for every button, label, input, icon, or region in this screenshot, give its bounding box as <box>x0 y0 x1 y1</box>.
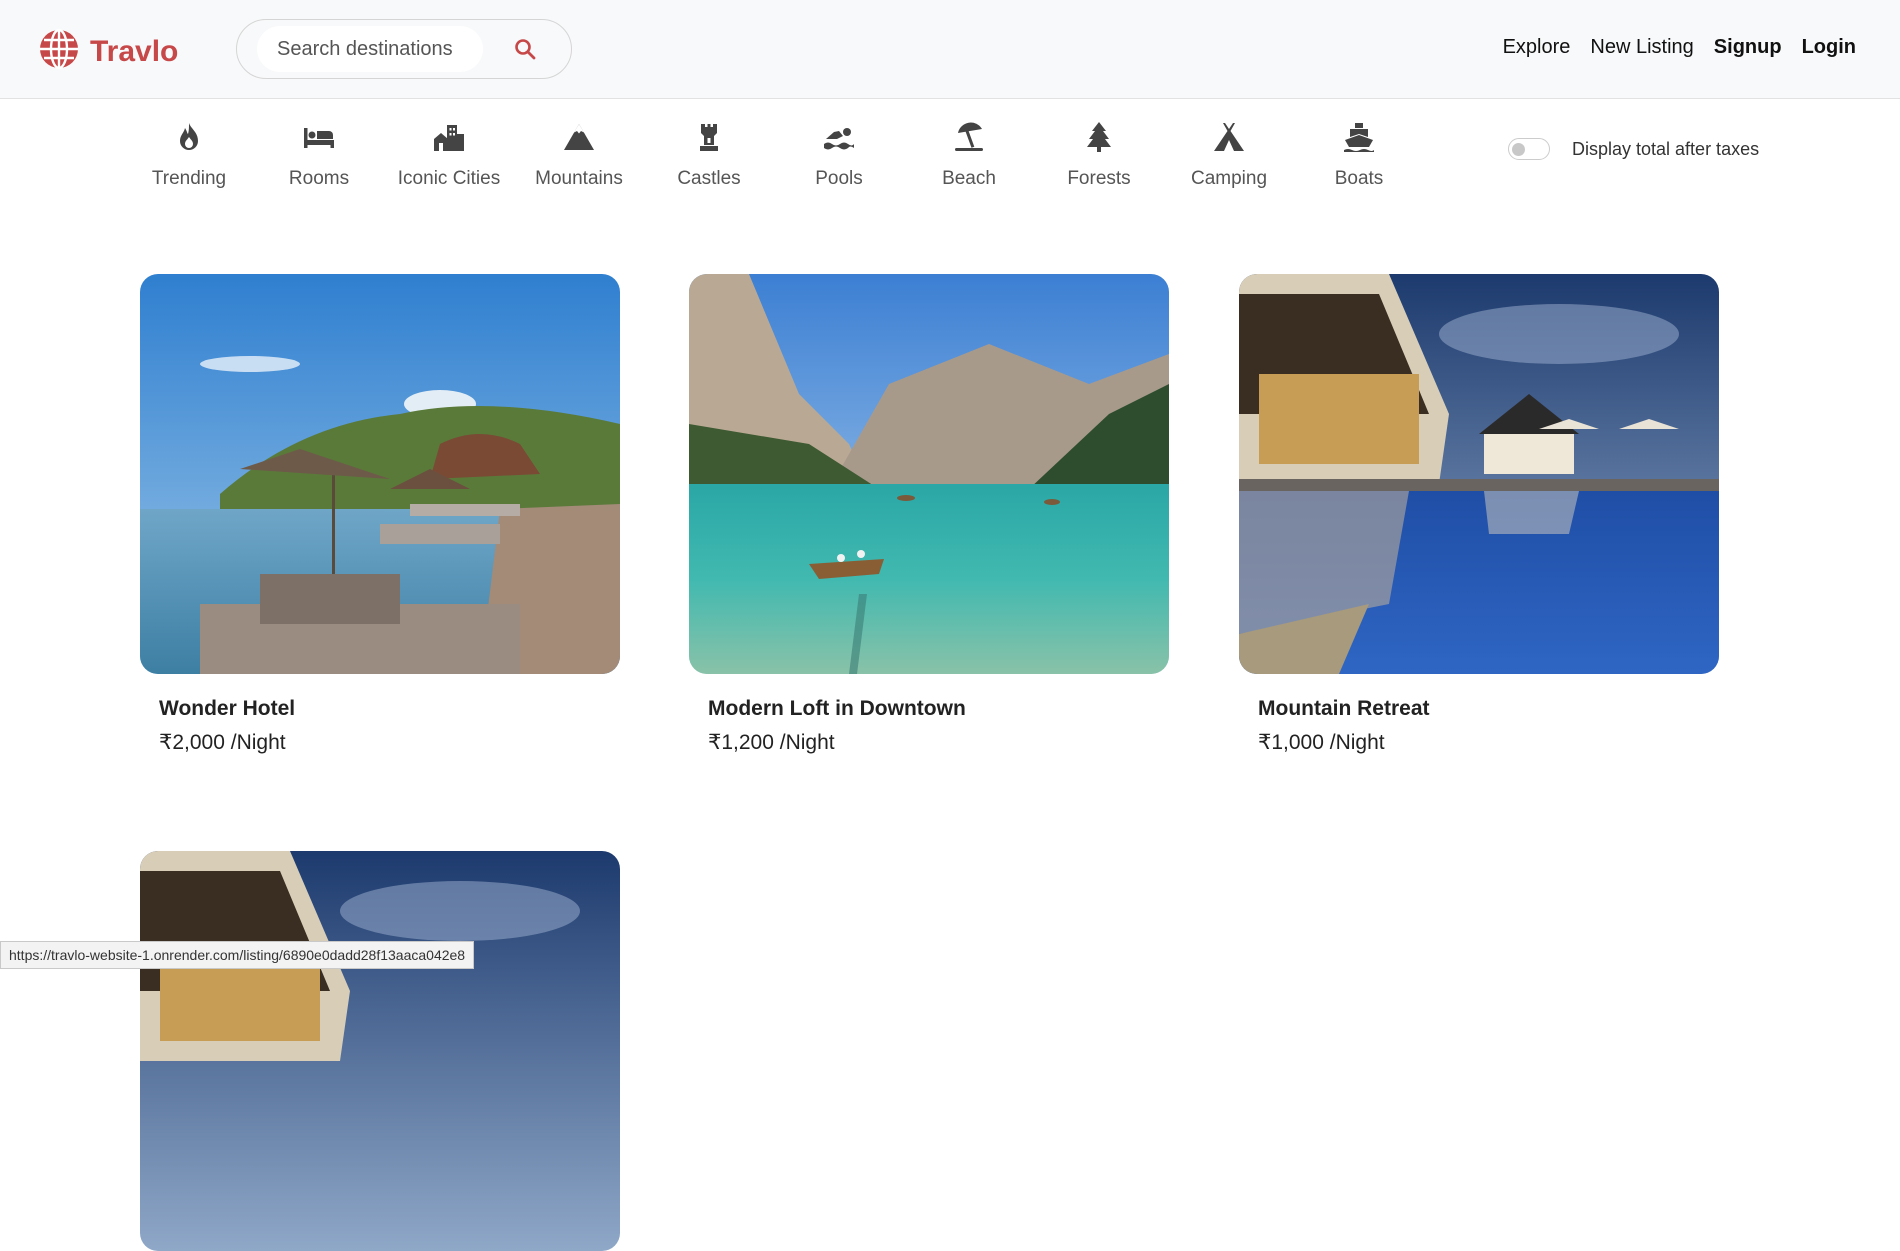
tax-toggle-label: Display total after taxes <box>1572 138 1760 159</box>
castle-icon <box>692 120 726 160</box>
tree-icon <box>1082 120 1116 160</box>
city-icon <box>432 120 466 160</box>
filter-label: Beach <box>942 168 996 189</box>
filter-rooms[interactable]: Rooms <box>254 112 384 190</box>
filter-label: Pools <box>815 168 863 189</box>
listing-image <box>140 274 620 674</box>
listing-title: Wonder Hotel <box>159 697 296 720</box>
filter-camping[interactable]: Camping <box>1164 112 1294 190</box>
filter-beach[interactable]: Beach <box>904 112 1034 190</box>
filter-label: Trending <box>151 168 227 189</box>
listing-image <box>140 851 620 1251</box>
filter-forests[interactable]: Forests <box>1034 112 1164 190</box>
filter-label: Boats <box>1334 168 1384 189</box>
swimmer-icon <box>822 120 856 160</box>
umbrella-beach-icon <box>952 120 986 160</box>
nav-links: Explore New Listing Signup Login <box>1503 36 1856 59</box>
filter-boats[interactable]: Boats <box>1294 112 1424 190</box>
filter-label: Iconic Cities <box>397 168 501 189</box>
ship-icon <box>1342 120 1376 160</box>
brand-link[interactable]: Travlo <box>38 28 178 75</box>
listing-price: ₹2,000 /Night <box>159 731 286 754</box>
filter-label: Castles <box>677 168 741 189</box>
search-icon <box>513 38 537 64</box>
filter-castles[interactable]: Castles <box>644 112 774 190</box>
listing-title: Mountain Retreat <box>1258 697 1430 720</box>
status-bar-url: https://travlo-website-1.onrender.com/li… <box>0 941 475 969</box>
filter-iconic-cities[interactable]: Iconic Cities <box>384 112 514 190</box>
mountain-icon <box>562 120 596 160</box>
listing-image <box>689 274 1169 674</box>
brand-name: Travlo <box>90 34 179 68</box>
nav-signup-link[interactable]: Signup <box>1714 36 1782 59</box>
globe-icon <box>38 28 80 75</box>
listing-card[interactable]: Wonder Hotel ₹2,000 /Night <box>140 274 620 754</box>
nav-new-listing-link[interactable]: New Listing <box>1590 36 1693 59</box>
filter-mountains[interactable]: Mountains <box>514 112 644 190</box>
filter-label: Mountains <box>535 168 623 189</box>
tent-icon <box>1212 120 1246 160</box>
filter-label: Forests <box>1067 168 1131 189</box>
listing-card[interactable]: Mountain Retreat ₹1,000 /Night <box>1239 274 1719 754</box>
filter-trending[interactable]: Trending <box>124 112 254 190</box>
search-button[interactable] <box>507 32 543 68</box>
filter-label: Rooms <box>288 168 350 189</box>
tax-toggle: Display total after taxes <box>1508 138 1759 160</box>
listing-title: Modern Loft in Downtown <box>708 697 966 720</box>
category-filters: Trending Rooms Iconic Cities Mountains C… <box>124 112 1424 190</box>
search-bar <box>236 19 572 79</box>
filter-pools[interactable]: Pools <box>774 112 904 190</box>
nav-explore-link[interactable]: Explore <box>1503 36 1571 59</box>
listing-price: ₹1,200 /Night <box>708 731 835 754</box>
listing-price: ₹1,000 /Night <box>1258 731 1385 754</box>
listing-card[interactable] <box>140 851 620 1251</box>
navbar: Travlo Explore New Listing Signup Login <box>0 0 1900 99</box>
listing-image <box>1239 274 1719 674</box>
nav-login-link[interactable]: Login <box>1802 36 1856 59</box>
bed-icon <box>302 120 336 160</box>
listing-card[interactable]: Modern Loft in Downtown ₹1,200 /Night <box>689 274 1169 754</box>
filter-label: Camping <box>1190 168 1268 189</box>
tax-toggle-switch[interactable] <box>1508 138 1550 160</box>
fire-icon <box>172 120 206 160</box>
search-input[interactable] <box>257 26 483 72</box>
